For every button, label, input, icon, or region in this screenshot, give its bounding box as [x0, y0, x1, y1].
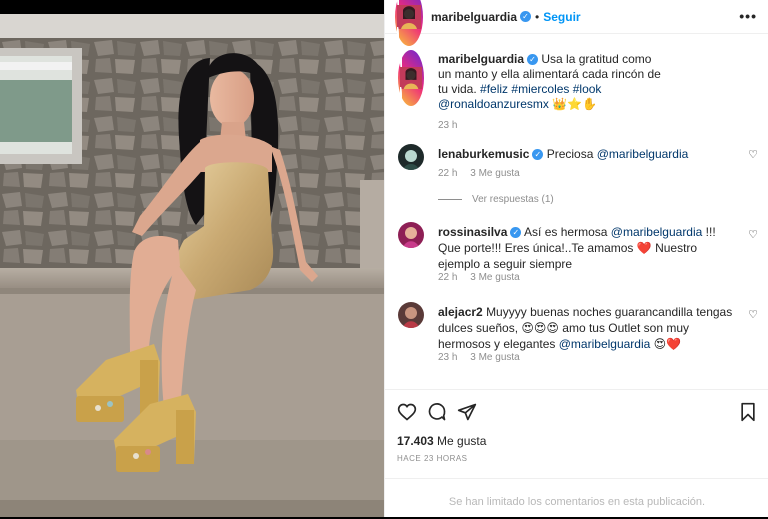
- comment-icon[interactable]: [427, 402, 447, 427]
- comment-mention[interactable]: @maribelguardia: [611, 225, 703, 239]
- action-icons: [397, 402, 757, 424]
- likes-count[interactable]: 17.403 Me gusta: [397, 434, 486, 448]
- story-ring[interactable]: [395, 0, 423, 46]
- comment-text: rossinasilva ✓ Así es hermosa @maribelgua…: [438, 224, 738, 272]
- like-button-glyph: [397, 403, 417, 421]
- avatar-image: [398, 144, 424, 170]
- verified-badge-icon: ✓: [527, 54, 539, 66]
- comment-time: 22 h: [438, 168, 458, 179]
- post-photo: [0, 0, 384, 517]
- comment-text: lenaburkemusic ✓ Preciosa @maribelguardia: [438, 146, 738, 162]
- avatar-image: [397, 4, 421, 29]
- caption-time: 23 h: [438, 120, 458, 131]
- verified-badge-icon: ✓: [532, 149, 544, 161]
- follow-button[interactable]: Seguir: [543, 10, 580, 24]
- view-replies-label[interactable]: Ver respuestas (1): [472, 194, 554, 205]
- view-replies-line: [438, 199, 462, 200]
- comment-button-glyph: [428, 403, 446, 421]
- comment-avatar[interactable]: [398, 222, 424, 248]
- instagram-post: maribelguardia ✓ • Seguir ••• maribelgua…: [0, 0, 768, 517]
- bookmark-icon[interactable]: [739, 402, 757, 427]
- comment-meta: 23 h 3 Me gusta: [438, 352, 530, 363]
- avatar-image: [398, 222, 424, 248]
- comment-emoji-b: 😍❤️: [653, 337, 682, 351]
- comment-text: alejacr2 Muyyyy buenas noches guarancand…: [438, 304, 738, 352]
- comment-meta: 22 h 3 Me gusta: [438, 168, 530, 179]
- comment-username[interactable]: lenaburkemusic: [438, 147, 529, 161]
- comment-meta: 22 h 3 Me gusta: [438, 272, 530, 283]
- view-replies[interactable]: Ver respuestas (1): [438, 194, 554, 205]
- save-button-glyph: [741, 402, 755, 422]
- post-header: maribelguardia ✓ • Seguir •••: [385, 0, 768, 46]
- comment-username[interactable]: rossinasilva: [438, 225, 507, 239]
- avatar-image: [400, 67, 422, 89]
- comments-list: maribelguardia ✓ Usa la gratitud como un …: [385, 44, 768, 388]
- comment-like-heart-icon[interactable]: ♡: [748, 308, 758, 321]
- heart-outline-icon[interactable]: [397, 402, 417, 427]
- caption-emojis: 👑⭐✋: [552, 97, 598, 111]
- verified-badge-icon: ✓: [520, 11, 532, 22]
- comment-likes[interactable]: 3 Me gusta: [470, 352, 519, 363]
- header-name-area: maribelguardia ✓ • Seguir: [431, 10, 581, 24]
- likes-number: 17.403: [397, 434, 434, 448]
- comments-limited-notice: Se han limitado los comentarios en esta …: [448, 496, 706, 508]
- avatar-image: [398, 302, 424, 328]
- verified-badge-icon: ✓: [510, 227, 522, 239]
- paper-plane-icon[interactable]: [457, 402, 477, 427]
- likes-label: Me gusta: [437, 434, 487, 448]
- comment-heart-emoji: ❤️: [636, 241, 652, 255]
- comment-time: 22 h: [438, 272, 458, 283]
- comment-time: 23 h: [438, 352, 458, 363]
- comment-like-heart-icon[interactable]: ♡: [748, 228, 758, 241]
- comment-like-heart-icon[interactable]: ♡: [748, 148, 758, 161]
- comment-username[interactable]: alejacr2: [438, 305, 483, 319]
- separator-dot: •: [535, 9, 540, 24]
- comment-body: Preciosa: [546, 147, 594, 161]
- caption-avatar: [400, 50, 422, 106]
- comment-likes[interactable]: 3 Me gusta: [470, 168, 519, 179]
- comment-mention[interactable]: @maribelguardia: [597, 147, 689, 161]
- caption-username[interactable]: maribelguardia: [438, 52, 524, 66]
- comment-emoji-a: 😍😍😍: [521, 321, 559, 335]
- caption-mention[interactable]: @ronaldoanzuresmx: [438, 97, 549, 111]
- caption-hashtags[interactable]: #feliz #miercoles #look: [480, 82, 601, 96]
- avatar: [397, 0, 421, 46]
- caption-avatar-ring[interactable]: [398, 50, 424, 106]
- post-panel: maribelguardia ✓ • Seguir ••• maribelgua…: [384, 0, 768, 517]
- comment-avatar[interactable]: [398, 302, 424, 328]
- post-time: HACE 23 HORAS: [397, 454, 468, 463]
- comment-likes[interactable]: 3 Me gusta: [470, 272, 519, 283]
- more-options-icon[interactable]: •••: [739, 8, 757, 24]
- share-button-glyph: [457, 403, 477, 421]
- username[interactable]: maribelguardia: [431, 10, 517, 24]
- comment-avatar[interactable]: [398, 144, 424, 170]
- comment-body-a: Así es hermosa: [524, 225, 608, 239]
- divider: [385, 478, 768, 479]
- caption-text: maribelguardia ✓ Usa la gratitud como un …: [438, 52, 668, 112]
- photo-illustration: [0, 0, 384, 517]
- caption-meta: 23 h: [438, 120, 467, 131]
- comment-mention[interactable]: @maribelguardia: [559, 337, 651, 351]
